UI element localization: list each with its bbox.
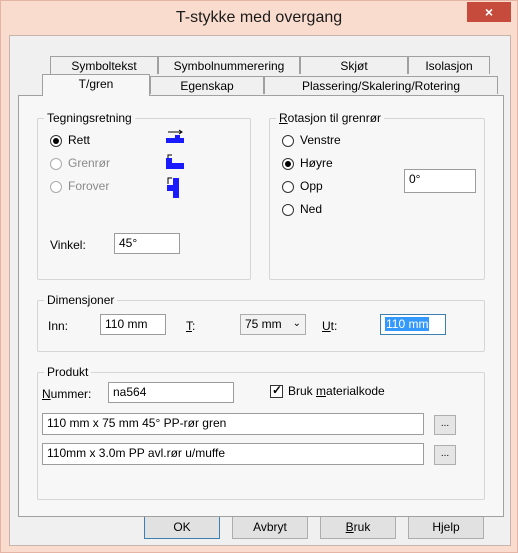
radio-opp[interactable] xyxy=(282,181,294,193)
label-nummer-mnemonic: N xyxy=(42,387,51,401)
group-legend-tegningsretning: Tegningsretning xyxy=(44,111,135,125)
bruk-label-pre: Bruk xyxy=(288,384,317,398)
tee-straight-icon xyxy=(166,129,184,143)
label-ut-rest: t: xyxy=(330,319,338,333)
label-nummer-rest: ummer: xyxy=(50,387,92,401)
group-tegningsretning: Tegningsretning Rett Grenrør Forover Vin… xyxy=(37,111,251,280)
label-t-rest: : xyxy=(192,319,196,333)
tab-t-gren[interactable]: T/gren xyxy=(42,74,150,96)
label-grenror: Grenrør xyxy=(68,156,110,170)
radio-ned[interactable] xyxy=(282,204,294,216)
ok-button[interactable]: OK xyxy=(144,516,220,539)
tab-panel-t-gren: Tegningsretning Rett Grenrør Forover Vin… xyxy=(18,95,504,517)
label-vinkel: Vinkel: xyxy=(50,238,86,252)
rotation-angle-input[interactable]: 0° xyxy=(404,169,476,193)
bruk-label-mnemonic: m xyxy=(316,384,327,398)
ut-input-selected-text: 110 mm xyxy=(385,317,430,331)
group-legend-produkt: Produkt xyxy=(44,365,92,379)
dialog-window: T-stykke med overgang × Symboltekst Symb… xyxy=(0,0,518,553)
tab-skjot[interactable]: Skjøt xyxy=(300,56,408,74)
bruk-button-mnemonic: B xyxy=(345,520,354,534)
t-dimension-value: 75 mm xyxy=(245,317,282,331)
bruk-label-post: aterialkode xyxy=(326,384,385,398)
ut-input[interactable]: 110 mm xyxy=(380,314,446,335)
group-produkt: Produkt Nummer: na564 ✓ Bruk materialkod… xyxy=(37,365,485,500)
vinkel-input[interactable]: 45° xyxy=(114,233,180,254)
label-forover: Forover xyxy=(68,179,110,193)
tab-symboltekst[interactable]: Symboltekst xyxy=(50,56,158,74)
radio-dot xyxy=(285,161,291,167)
radio-grenror[interactable] xyxy=(50,158,62,170)
inn-input[interactable]: 110 mm xyxy=(100,314,166,335)
legend-rotasjon-mnemonic: R xyxy=(279,111,288,125)
group-rotasjon: Rotasjon til grenrør Venstre Høyre Opp N… xyxy=(269,111,485,280)
chevron-down-icon: ⌄ xyxy=(292,318,301,329)
bruk-button[interactable]: Bruk xyxy=(320,516,396,539)
radio-dot xyxy=(53,138,59,144)
bruk-materialkode-checkbox[interactable]: ✓ xyxy=(270,383,283,398)
produkt-line2-field[interactable]: 110mm x 3.0m PP avl.rør u/muffe xyxy=(42,443,424,465)
label-t: T: xyxy=(186,319,195,333)
check-icon: ✓ xyxy=(272,383,283,397)
group-legend-rotasjon: Rotasjon til grenrør xyxy=(276,111,385,125)
browse-line1-button[interactable]: ... xyxy=(434,415,456,435)
avbryt-button[interactable]: Avbryt xyxy=(232,516,308,539)
produkt-line1-field[interactable]: 110 mm x 75 mm 45° PP-rør gren xyxy=(42,413,424,435)
radio-rett[interactable] xyxy=(50,135,62,147)
label-ut-mnemonic: U xyxy=(322,319,331,333)
label-ut: Ut: xyxy=(322,319,337,333)
group-legend-dimensjoner: Dimensjoner xyxy=(44,293,118,307)
label-rett: Rett xyxy=(68,133,91,147)
t-dimension-select[interactable]: 75 mm ⌄ xyxy=(240,314,306,335)
radio-hoyre[interactable] xyxy=(282,158,294,170)
label-inn: Inn: xyxy=(48,319,69,333)
label-venstre: Venstre xyxy=(300,133,341,147)
label-opp: Opp xyxy=(300,179,323,193)
tab-symbolnummerering[interactable]: Symbolnummerering xyxy=(158,56,300,74)
bruk-button-rest: ruk xyxy=(353,520,371,534)
browse-line2-button[interactable]: ... xyxy=(434,445,456,465)
label-bruk-materialkode: Bruk materialkode xyxy=(288,384,385,398)
label-hoyre: Høyre xyxy=(300,156,333,170)
radio-forover[interactable] xyxy=(50,181,62,193)
tab-egenskap[interactable]: Egenskap xyxy=(150,76,264,94)
close-button[interactable]: × xyxy=(467,2,511,22)
group-dimensjoner: Dimensjoner Inn: 110 mm T: 75 mm ⌄ Ut: 1… xyxy=(37,293,485,352)
nummer-input[interactable]: na564 xyxy=(108,382,234,403)
hjelp-button[interactable]: Hjelp xyxy=(408,516,484,539)
label-nummer: Nummer: xyxy=(42,387,91,401)
radio-venstre[interactable] xyxy=(282,135,294,147)
tee-branch-icon xyxy=(166,154,184,169)
window-title: T-stykke med overgang xyxy=(175,9,343,26)
dialog-client-area: Symboltekst Symbolnummerering Skjøt Isol… xyxy=(9,35,511,546)
tee-forward-icon xyxy=(167,177,179,198)
label-ned: Ned xyxy=(300,202,323,216)
tab-plassering[interactable]: Plassering/Skalering/Rotering xyxy=(264,76,498,94)
title-bar[interactable]: T-stykke med overgang × xyxy=(1,1,517,35)
legend-rotasjon-rest: otasjon til grenrør xyxy=(287,111,382,125)
tab-isolasjon[interactable]: Isolasjon xyxy=(408,56,490,74)
